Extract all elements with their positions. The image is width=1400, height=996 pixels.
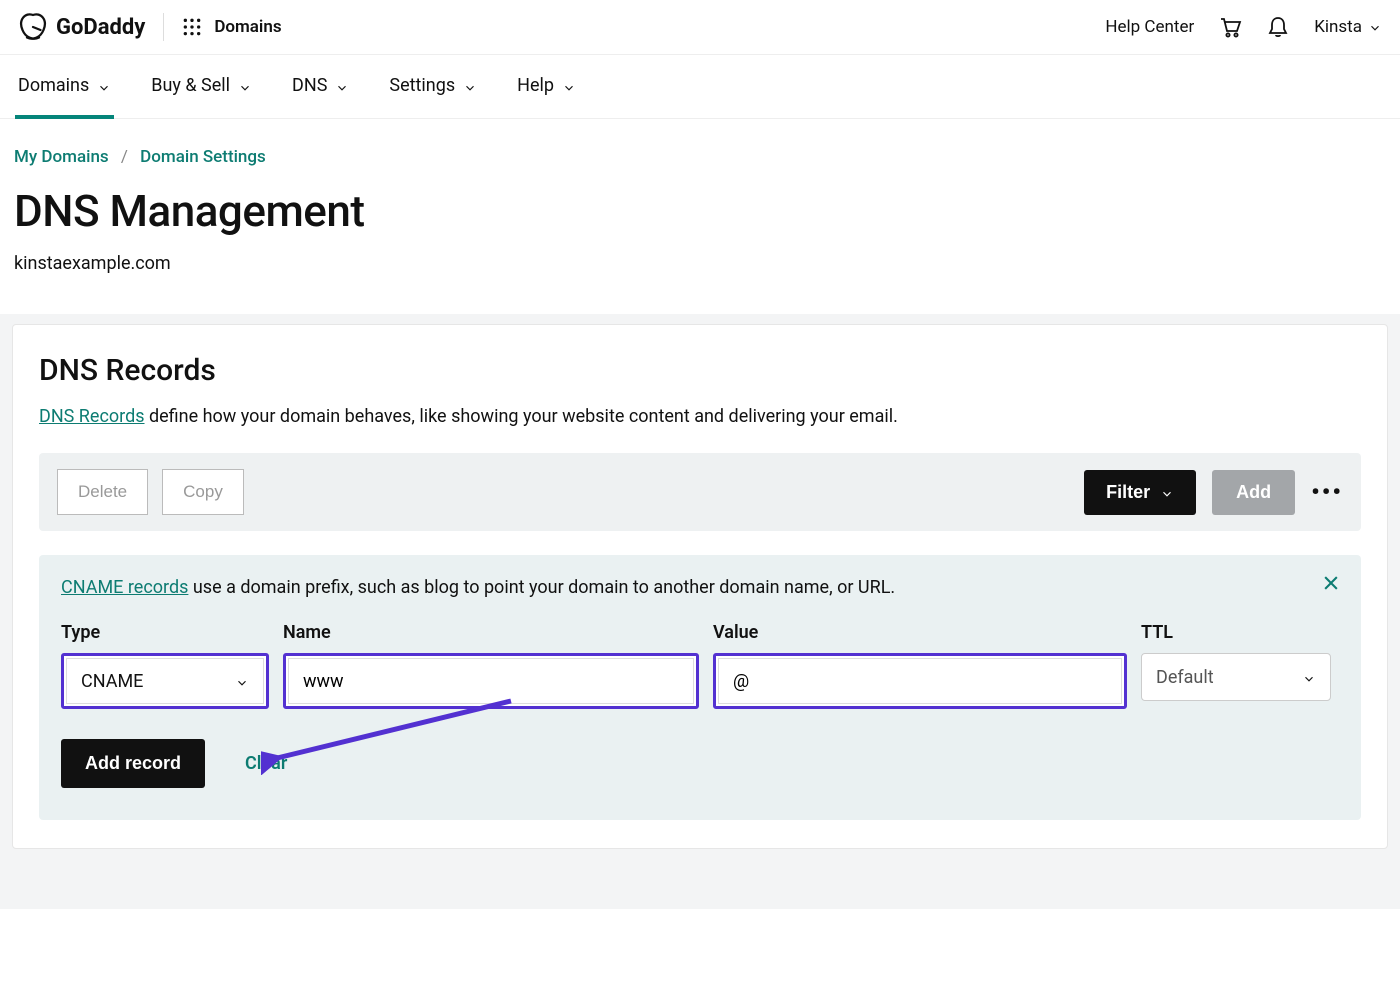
page-title: DNS Management	[0, 175, 1400, 253]
top-header: GoDaddy Domains Help Center Kinsta	[0, 0, 1400, 55]
chevron-down-icon	[1160, 485, 1174, 499]
clear-link[interactable]: Clear	[245, 753, 287, 774]
filter-button[interactable]: Filter	[1084, 470, 1196, 515]
tab-dns[interactable]: DNS	[292, 75, 349, 118]
cname-info-text: CNAME records use a domain prefix, such …	[61, 577, 1339, 598]
app-section-label: Domains	[214, 17, 281, 37]
add-button[interactable]: Add	[1212, 470, 1295, 515]
bell-icon[interactable]	[1266, 15, 1290, 39]
add-record-fields: Type CNAME Name Value	[61, 622, 1339, 709]
chevron-down-icon	[97, 79, 111, 93]
field-ttl: TTL Default	[1141, 622, 1331, 709]
godaddy-logo-icon	[18, 12, 48, 42]
add-record-panel: CNAME records use a domain prefix, such …	[39, 555, 1361, 820]
copy-button[interactable]: Copy	[162, 469, 244, 515]
content-area: DNS Records DNS Records define how your …	[0, 314, 1400, 909]
brand-name: GoDaddy	[56, 15, 145, 40]
header-divider	[163, 13, 164, 41]
card-description: DNS Records define how your domain behav…	[39, 406, 1361, 427]
chevron-down-icon	[238, 79, 252, 93]
breadcrumb: My Domains / Domain Settings	[0, 119, 1400, 175]
tab-settings[interactable]: Settings	[389, 75, 477, 118]
brand-logo[interactable]: GoDaddy	[18, 12, 145, 42]
tab-buy-sell[interactable]: Buy & Sell	[151, 75, 252, 118]
label-value: Value	[713, 622, 1127, 643]
chevron-down-icon	[562, 79, 576, 93]
help-center-link[interactable]: Help Center	[1105, 17, 1194, 37]
label-type: Type	[61, 622, 269, 643]
field-type: Type CNAME	[61, 622, 269, 709]
name-input[interactable]	[288, 658, 694, 704]
chevron-down-icon	[335, 79, 349, 93]
records-toolbar: Delete Copy Filter Add •••	[39, 453, 1361, 531]
dns-records-card: DNS Records DNS Records define how your …	[12, 324, 1388, 849]
user-menu[interactable]: Kinsta	[1314, 17, 1382, 37]
dns-records-help-link[interactable]: DNS Records	[39, 406, 145, 427]
chevron-down-icon	[1368, 20, 1382, 34]
field-name: Name	[283, 622, 699, 709]
close-icon[interactable]	[1321, 573, 1341, 597]
user-name: Kinsta	[1314, 17, 1362, 37]
value-input[interactable]	[718, 658, 1122, 704]
chevron-down-icon	[1302, 670, 1316, 684]
chevron-down-icon	[235, 674, 249, 688]
nav-tabs: Domains Buy & Sell DNS Settings Help	[0, 55, 1400, 119]
card-heading: DNS Records	[39, 353, 1361, 388]
header-right: Help Center Kinsta	[1105, 15, 1382, 39]
cart-icon[interactable]	[1218, 15, 1242, 39]
ttl-select[interactable]: Default	[1141, 653, 1331, 701]
tab-domains[interactable]: Domains	[18, 75, 111, 118]
field-value: Value	[713, 622, 1127, 709]
more-menu-icon[interactable]: •••	[1311, 478, 1343, 506]
chevron-down-icon	[463, 79, 477, 93]
crumb-domain-settings[interactable]: Domain Settings	[140, 147, 266, 167]
crumb-my-domains[interactable]: My Domains	[14, 147, 109, 167]
label-name: Name	[283, 622, 699, 643]
label-ttl: TTL	[1141, 622, 1331, 643]
cname-records-help-link[interactable]: CNAME records	[61, 577, 188, 598]
apps-grid-icon[interactable]	[182, 17, 202, 37]
delete-button[interactable]: Delete	[57, 469, 148, 515]
type-select[interactable]: CNAME	[66, 658, 264, 704]
tab-help[interactable]: Help	[517, 75, 576, 118]
add-record-actions: Add record Clear	[61, 739, 1339, 788]
domain-name: kinstaexample.com	[0, 253, 1400, 314]
add-record-button[interactable]: Add record	[61, 739, 205, 788]
